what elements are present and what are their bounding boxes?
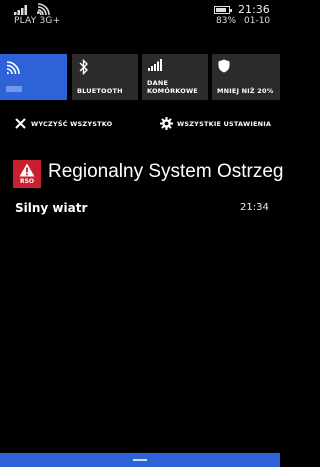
- gear-icon: [160, 117, 173, 130]
- bluetooth-icon: [79, 59, 88, 75]
- wifi-network-placeholder: [6, 86, 22, 92]
- battery-icon: [214, 6, 232, 14]
- action-center-handle[interactable]: [0, 453, 280, 467]
- battery-fill: [216, 8, 226, 12]
- status-date: 01-10: [244, 16, 271, 26]
- clear-all-label: WYCZYŚĆ WSZYSTKO: [31, 120, 113, 128]
- warning-icon: [19, 163, 35, 177]
- all-settings-label: WSZYSTKIE USTAWIENIA: [177, 120, 272, 128]
- carrier-label: PLAY 3G+: [14, 16, 61, 26]
- handle-grip: [133, 459, 147, 461]
- notification-time: 21:34: [240, 202, 269, 213]
- quick-action-battery-saver[interactable]: MNIEJ NIŻ 20%: [212, 54, 280, 100]
- cellular-icon: [148, 59, 162, 71]
- quick-action-wifi[interactable]: [0, 54, 67, 100]
- quick-action-bluetooth[interactable]: BLUETOOTH: [72, 54, 138, 100]
- label-line: KOMÓRKOWE: [147, 87, 198, 95]
- wifi-icon: [6, 61, 20, 75]
- quick-action-label: DANE KOMÓRKOWE: [147, 79, 198, 95]
- quick-action-label: BLUETOOTH: [77, 87, 123, 95]
- status-bar: PLAY 3G+ 21:36 83% 01-10: [0, 0, 280, 30]
- rso-app-icon: RSO: [13, 160, 41, 188]
- battery-percent: 83%: [216, 16, 237, 26]
- label-line: DANE: [147, 79, 169, 87]
- battery-saver-icon: [218, 59, 230, 73]
- app-icon-text: RSO: [19, 178, 35, 185]
- close-icon: [15, 118, 26, 129]
- wifi-status-icon: [37, 3, 50, 15]
- signal-strength-icon: [14, 5, 27, 15]
- quick-action-label: MNIEJ NIŻ 20%: [217, 87, 274, 95]
- quick-action-cellular-data[interactable]: DANE KOMÓRKOWE: [142, 54, 208, 100]
- notification-title: Silny wiatr: [15, 201, 88, 215]
- status-time: 21:36: [238, 3, 270, 16]
- battery-nub: [230, 9, 232, 12]
- notification-app-name: Regionalny System Ostrzeg: [48, 161, 284, 182]
